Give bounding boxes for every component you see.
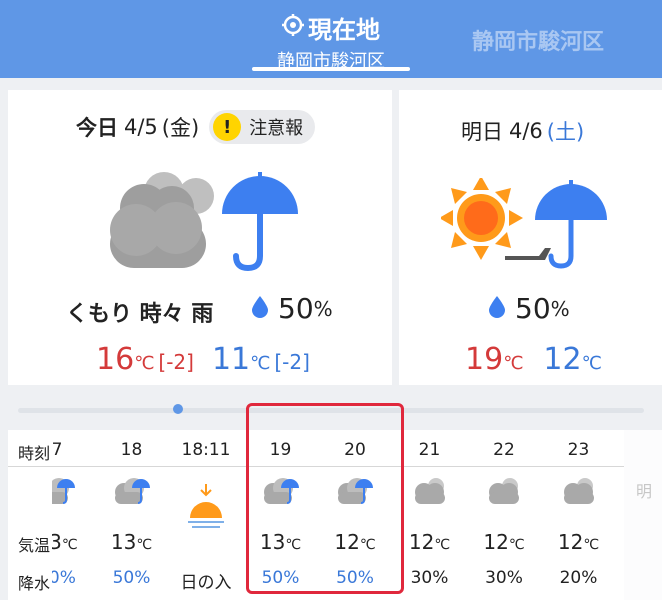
hour-temp-unit: ℃: [136, 537, 153, 553]
today-temperatures: 16 ℃ [-2] 11 ℃ [-2]: [96, 342, 310, 377]
hour-column[interactable]: 18:11 日の入: [169, 430, 243, 600]
today-weekday: (金): [161, 116, 200, 140]
temp-row-label: 気温: [18, 536, 51, 555]
today-forecast-card[interactable]: 今日 4/5 (金) ! 注意報 くもり 時々 雨 50 % 16 ℃ [-2]…: [8, 90, 392, 385]
tomorrow-date-row: 明日 4/6 (土): [461, 116, 584, 146]
tomorrow-temperatures: 19 ℃ 12 ℃: [465, 342, 602, 377]
today-date-row: 今日 4/5 (金) ! 注意報: [76, 110, 316, 144]
tomorrow-pop-unit: %: [550, 296, 570, 321]
hour-temp-value: 12: [483, 530, 509, 554]
hour-temp-value: 12: [557, 530, 584, 554]
scroll-position-dot[interactable]: [173, 404, 183, 414]
time-row-label: 時刻: [18, 444, 51, 463]
tomorrow-date: 4/6: [509, 119, 543, 143]
header-bar: 現在地 静岡市駿河区 静岡市駿河区: [0, 0, 662, 78]
hour-rain: 30%: [485, 568, 523, 588]
hour-column[interactable]: 18 13℃ 50%: [95, 430, 169, 600]
next-day-fade: [624, 430, 662, 600]
today-label: 今日: [76, 116, 118, 140]
cloud-umbrella-icon: [112, 474, 152, 508]
current-location-tab[interactable]: 現在地 静岡市駿河区: [234, 10, 428, 73]
sun-to-umbrella-icon: [439, 176, 613, 274]
cloud-umbrella-icon: [52, 474, 77, 508]
today-date: 4/5: [124, 115, 158, 139]
cloud-icon: [484, 474, 524, 508]
hour-time: 22: [493, 440, 515, 460]
active-tab-indicator: [252, 67, 410, 71]
hour-rain: 日の入: [180, 573, 232, 593]
hour-column[interactable]: 23 12℃ 20%: [542, 430, 616, 600]
hour-rain: 50%: [52, 568, 76, 588]
hour-temp: 12℃: [467, 530, 541, 554]
raindrop-icon: [252, 292, 268, 325]
cloud-umbrella-icon: [104, 168, 300, 278]
hour-temp: 12℃: [542, 530, 616, 554]
tomorrow-low-temp: 12: [543, 342, 582, 377]
today-low-diff: [-2]: [274, 350, 310, 374]
hour-temp: 13℃: [95, 530, 169, 554]
hour-temp-value: 13: [52, 530, 62, 554]
hour-time: 23: [567, 440, 590, 460]
today-precipitation: 50 %: [252, 292, 333, 325]
hour-temp-value: 12: [408, 530, 435, 554]
hour-time: 7: [52, 440, 63, 460]
cloud-icon: [559, 474, 599, 508]
cloud-icon: [410, 474, 450, 508]
tomorrow-label: 明日: [461, 120, 503, 144]
today-pop-unit: %: [313, 296, 333, 321]
hour-temp-unit: ℃: [583, 537, 600, 553]
alert-label: 注意報: [249, 118, 304, 139]
raindrop-icon: [489, 292, 505, 325]
location-target-icon: [282, 13, 304, 42]
today-high-temp: 16: [96, 342, 135, 377]
tomorrow-pop-value: 50: [515, 292, 551, 325]
hour-temp-unit: ℃: [508, 537, 525, 553]
tomorrow-high-temp: 19: [465, 342, 504, 377]
hour-temp-value: 13: [110, 530, 137, 554]
hour-rain: 20%: [559, 568, 598, 588]
tomorrow-precipitation: 50 %: [489, 292, 570, 325]
sunset-icon: [186, 482, 226, 532]
today-low-temp: 11: [211, 342, 251, 377]
highlight-annotation: [246, 403, 404, 594]
tomorrow-weekday: (土): [546, 120, 585, 144]
today-pop-value: 50: [278, 292, 314, 325]
tomorrow-low-unit: ℃: [581, 353, 602, 374]
today-high-diff: [-2]: [158, 350, 194, 374]
today-description: くもり 時々 雨: [66, 302, 214, 327]
hour-column[interactable]: 7 13℃ 50%: [52, 430, 94, 600]
next-day-label: 明: [636, 482, 653, 501]
alert-badge[interactable]: ! 注意報: [209, 110, 316, 144]
location-title: 現在地: [308, 16, 380, 44]
today-high-unit: ℃: [134, 353, 155, 374]
rain-row-label: 降水: [18, 574, 51, 593]
tomorrow-high-unit: ℃: [503, 353, 524, 374]
hour-column[interactable]: 22 12℃ 30%: [467, 430, 541, 600]
tomorrow-forecast-card[interactable]: 明日 4/6 (土) 50 % 19 ℃ 12 ℃: [399, 90, 662, 385]
hour-time: 18:11: [181, 440, 231, 460]
hour-temp: 13℃: [52, 530, 94, 554]
hour-temp-unit: ℃: [61, 537, 78, 553]
hour-temp-unit: ℃: [434, 537, 451, 553]
other-location-tab[interactable]: 静岡市駿河区: [472, 24, 604, 56]
alert-icon: !: [213, 113, 242, 141]
hour-time: 18: [120, 440, 143, 460]
hour-rain: 50%: [112, 568, 151, 588]
today-low-unit: ℃: [250, 353, 271, 374]
